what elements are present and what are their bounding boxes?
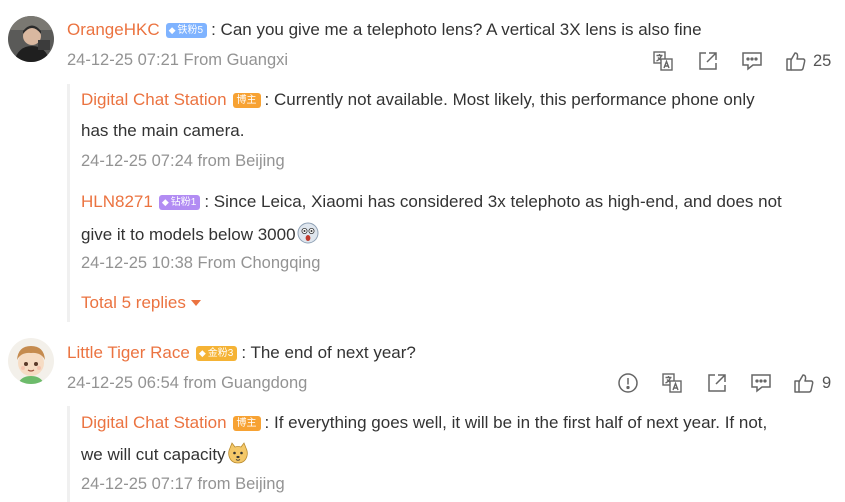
fan-badge[interactable]: ◆ 铁粉5 bbox=[165, 23, 208, 38]
reply-text-continued: give it to models below 3000 bbox=[81, 222, 319, 246]
reply-thread bbox=[67, 406, 70, 502]
reply-thread bbox=[67, 84, 70, 322]
reply-text: : Since Leica, Xiaomi has considered 3x … bbox=[204, 192, 782, 211]
comment-text: : Can you give me a telephoto lens? A ve… bbox=[211, 20, 702, 39]
comment-header: OrangeHKC ◆ 铁粉5: Can you give me a telepho… bbox=[67, 19, 702, 41]
share-icon[interactable] bbox=[697, 50, 719, 72]
doge-emoji-icon bbox=[227, 442, 249, 464]
reply-text: we will cut capacity bbox=[81, 445, 226, 464]
diamond-icon: ◆ bbox=[198, 348, 206, 358]
comment-meta: 24-12-25 06:54 from Guangdong bbox=[67, 374, 308, 392]
thumbs-up-icon[interactable] bbox=[785, 50, 807, 72]
reply-text-continued: we will cut capacity bbox=[81, 442, 249, 466]
username[interactable]: OrangeHKC bbox=[67, 20, 160, 39]
comment-item: Little Tiger Race ◆ 金粉3: The end of next y… bbox=[0, 322, 845, 502]
fan-badge[interactable]: ◆ 金粉3 bbox=[195, 346, 238, 361]
reply-meta: 24-12-25 10:38 From Chongqing bbox=[81, 254, 321, 272]
fan-badge-label: 铁粉5 bbox=[177, 25, 204, 36]
comment-item: OrangeHKC ◆ 铁粉5: Can you give me a telepho… bbox=[0, 0, 845, 322]
comment-header: Little Tiger Race ◆ 金粉3: The end of next y… bbox=[67, 342, 416, 364]
reply-text-continued: has the main camera. bbox=[81, 121, 245, 140]
reply-item: Digital Chat Station 博主: If everything go… bbox=[81, 412, 767, 434]
comment-text: : The end of next year? bbox=[241, 343, 416, 362]
reply-text: : If everything goes well, it will be in… bbox=[264, 413, 768, 432]
avatar[interactable] bbox=[8, 338, 54, 384]
reply-meta: 24-12-25 07:24 from Beijing bbox=[81, 152, 285, 170]
diamond-icon: ◆ bbox=[168, 25, 176, 35]
reply-text: give it to models below 3000 bbox=[81, 225, 296, 244]
reply-item: HLN8271 ◆ 钻粉1: Since Leica, Xiaomi has con… bbox=[81, 191, 782, 213]
author-badge: 博主 bbox=[232, 93, 261, 108]
reply-meta: 24-12-25 07:17 from Beijing bbox=[81, 475, 285, 493]
shocked-emoji-icon bbox=[297, 222, 319, 244]
comment-icon[interactable] bbox=[750, 372, 772, 394]
avatar[interactable] bbox=[8, 16, 54, 62]
total-replies-label: Total 5 replies bbox=[81, 293, 186, 312]
report-icon[interactable] bbox=[617, 372, 639, 394]
username[interactable]: Digital Chat Station bbox=[81, 413, 227, 432]
translate-icon[interactable] bbox=[661, 372, 683, 394]
thumbs-up-icon[interactable] bbox=[793, 372, 815, 394]
username[interactable]: Digital Chat Station bbox=[81, 90, 227, 109]
caret-down-icon bbox=[190, 300, 201, 306]
reply-text: : Currently not available. Most likely, … bbox=[264, 90, 755, 109]
comment-meta: 24-12-25 07:21 From Guangxi bbox=[67, 51, 289, 69]
fan-badge-label: 钻粉1 bbox=[170, 197, 197, 208]
like-count: 25 bbox=[813, 52, 832, 70]
fan-badge[interactable]: ◆ 钻粉1 bbox=[158, 195, 201, 210]
comment-icon[interactable] bbox=[741, 50, 763, 72]
author-badge: 博主 bbox=[232, 416, 261, 431]
username[interactable]: HLN8271 bbox=[81, 192, 153, 211]
like-count: 9 bbox=[822, 374, 832, 392]
share-icon[interactable] bbox=[706, 372, 728, 394]
total-replies-link[interactable]: Total 5 replies bbox=[81, 293, 201, 313]
fan-badge-label: 金粉3 bbox=[207, 348, 234, 359]
diamond-icon: ◆ bbox=[161, 197, 169, 207]
reply-item: Digital Chat Station 博主: Currently not av… bbox=[81, 89, 755, 111]
username[interactable]: Little Tiger Race bbox=[67, 343, 190, 362]
translate-icon[interactable] bbox=[652, 50, 674, 72]
